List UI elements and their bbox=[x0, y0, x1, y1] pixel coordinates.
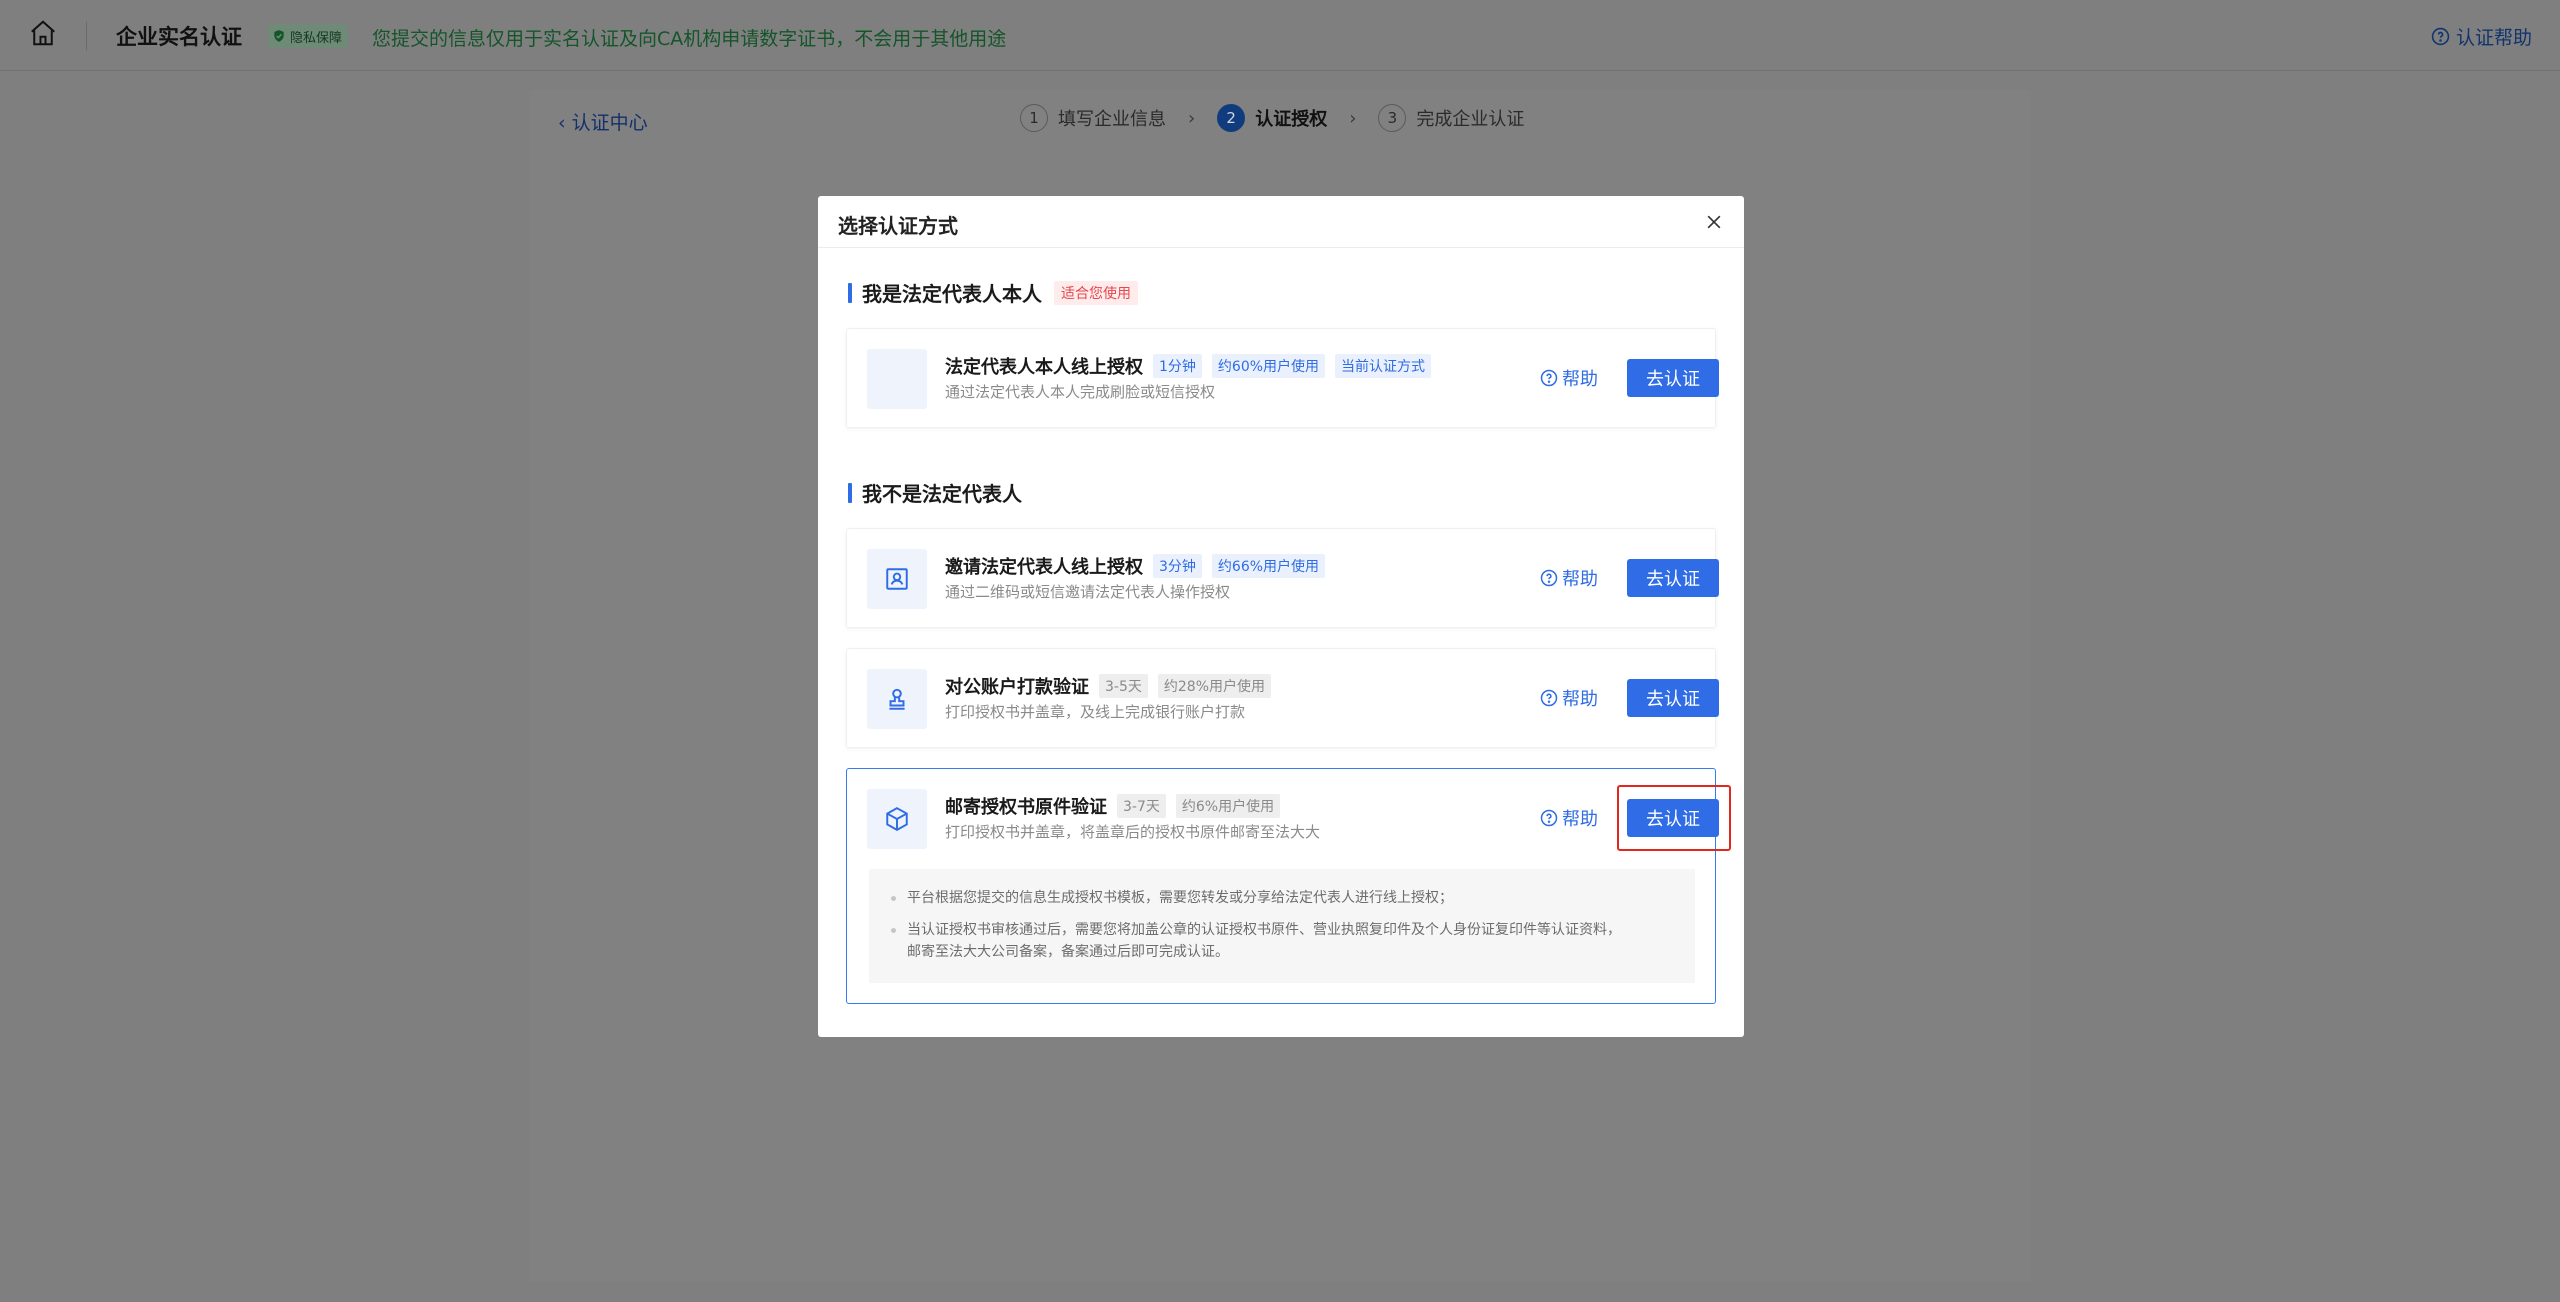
note-line: 当认证授权书审核通过后，需要您将加盖公章的认证授权书原件、营业执照复印件及个人身… bbox=[907, 922, 1621, 938]
section-marker bbox=[848, 282, 852, 303]
option-title: 对公账户打款验证 3-5天 约28%用户使用 bbox=[945, 673, 1271, 699]
note-item: 当认证授权书审核通过后，需要您将加盖公章的认证授权书原件、营业执照复印件及个人身… bbox=[889, 919, 1675, 963]
package-icon bbox=[867, 789, 927, 849]
option-bank-transfer[interactable]: 对公账户打款验证 3-5天 约28%用户使用 打印授权书并盖章，及线上完成银行账… bbox=[846, 648, 1719, 748]
privacy-notice: 您提交的信息仅用于实名认证及向CA机构申请数字证书，不会用于其他用途 bbox=[372, 28, 1007, 50]
header-divider bbox=[86, 22, 87, 50]
option-mail-original[interactable]: 邮寄授权书原件验证 3-7天 约6%用户使用 打印授权书并盖章，将盖章后的授权书… bbox=[846, 768, 1731, 1004]
shield-check-icon bbox=[274, 30, 284, 42]
help-label: 帮助 bbox=[1562, 689, 1598, 710]
duration-tag: 3-5天 bbox=[1099, 674, 1148, 698]
duration-tag: 3-7天 bbox=[1117, 794, 1166, 818]
go-verify-button[interactable]: 去认证 bbox=[1627, 799, 1719, 837]
note-line: 邮寄至法大大公司备案，备案通过后即可完成认证。 bbox=[907, 944, 1229, 960]
option-title: 邀请法定代表人线上授权 3分钟 约66%用户使用 bbox=[945, 553, 1326, 579]
section-marker bbox=[848, 482, 852, 503]
progress-steps: 1 填写企业信息 › 2 认证授权 › 3 完成企业认证 bbox=[1020, 104, 1524, 132]
back-link-label: 认证中心 bbox=[571, 112, 648, 134]
back-link[interactable]: ‹ 认证中心 bbox=[558, 108, 648, 135]
question-circle-icon bbox=[1540, 689, 1558, 707]
stamp-icon bbox=[867, 669, 927, 729]
step-2-number: 2 bbox=[1217, 104, 1246, 132]
usage-tag: 约6%用户使用 bbox=[1175, 794, 1281, 818]
question-circle-icon bbox=[2431, 27, 2450, 46]
option-description: 打印授权书并盖章，及线上完成银行账户打款 bbox=[945, 703, 1246, 721]
duration-tag: 1分钟 bbox=[1153, 354, 1202, 378]
option-title-text: 对公账户打款验证 bbox=[945, 677, 1089, 698]
help-link[interactable]: 帮助 bbox=[1540, 805, 1598, 831]
close-icon[interactable] bbox=[1704, 212, 1724, 232]
option-description: 通过二维码或短信邀请法定代表人操作授权 bbox=[945, 583, 1231, 601]
home-icon[interactable] bbox=[28, 18, 58, 48]
page-title: 企业实名认证 bbox=[116, 25, 242, 49]
recommend-tag: 适合您使用 bbox=[1054, 280, 1138, 305]
go-verify-button[interactable]: 去认证 bbox=[1627, 559, 1719, 597]
go-verify-button[interactable]: 去认证 bbox=[1627, 679, 1719, 717]
option-title-text: 法定代表人本人线上授权 bbox=[945, 357, 1143, 378]
help-label: 帮助 bbox=[1562, 369, 1598, 390]
privacy-badge: 隐私保障 bbox=[268, 24, 349, 48]
option-legal-rep-online[interactable]: 法定代表人本人线上授权 1分钟 约60%用户使用 当前认证方式 通过法定代表人本… bbox=[846, 328, 1719, 428]
section-title: 我是法定代表人本人 bbox=[862, 282, 1042, 306]
option-notes: 平台根据您提交的信息生成授权书模板，需要您转发或分享给法定代表人进行线上授权； … bbox=[869, 869, 1695, 983]
privacy-badge-label: 隐私保障 bbox=[290, 30, 343, 46]
question-circle-icon bbox=[1540, 569, 1558, 587]
question-circle-icon bbox=[1540, 369, 1558, 387]
chevron-left-icon: ‹ bbox=[558, 112, 572, 134]
step-1-label: 填写企业信息 bbox=[1058, 109, 1166, 130]
help-link[interactable]: 帮助 bbox=[1540, 365, 1598, 391]
note-item: 平台根据您提交的信息生成授权书模板，需要您转发或分享给法定代表人进行线上授权； bbox=[889, 887, 1675, 909]
usage-tag: 约66%用户使用 bbox=[1211, 554, 1326, 578]
duration-tag: 3分钟 bbox=[1153, 554, 1202, 578]
invite-icon bbox=[867, 549, 927, 609]
step-2-label: 认证授权 bbox=[1255, 109, 1328, 130]
section-title: 我不是法定代表人 bbox=[862, 482, 1022, 506]
option-title: 邮寄授权书原件验证 3-7天 约6%用户使用 bbox=[945, 793, 1281, 819]
dialog-header: 选择认证方式 bbox=[818, 196, 1744, 248]
step-1-number: 1 bbox=[1020, 104, 1048, 132]
help-label: 帮助 bbox=[1562, 809, 1598, 830]
usage-tag: 约60%用户使用 bbox=[1211, 354, 1326, 378]
option-title: 法定代表人本人线上授权 1分钟 约60%用户使用 当前认证方式 bbox=[945, 353, 1432, 379]
option-description: 打印授权书并盖章，将盖章后的授权书原件邮寄至法大大 bbox=[945, 823, 1321, 841]
option-title-text: 邮寄授权书原件验证 bbox=[945, 797, 1107, 818]
help-link[interactable]: 认证帮助 bbox=[2431, 23, 2532, 50]
option-description: 通过法定代表人本人完成刷脸或短信授权 bbox=[945, 383, 1216, 401]
question-circle-icon bbox=[1540, 809, 1558, 827]
blank-icon bbox=[867, 349, 927, 409]
section-not-legal-rep: 我不是法定代表人 bbox=[848, 478, 1022, 507]
go-verify-button[interactable]: 去认证 bbox=[1627, 359, 1719, 397]
step-3-number: 3 bbox=[1378, 104, 1407, 132]
top-bar: 企业实名认证 隐私保障 您提交的信息仅用于实名认证及向CA机构申请数字证书，不会… bbox=[0, 0, 2560, 71]
help-link-label: 认证帮助 bbox=[2455, 27, 2532, 49]
chevron-right-icon: › bbox=[1188, 107, 1196, 129]
help-label: 帮助 bbox=[1562, 569, 1598, 590]
dialog-title: 选择认证方式 bbox=[838, 214, 958, 238]
option-title-text: 邀请法定代表人线上授权 bbox=[945, 557, 1143, 578]
step-3-label: 完成企业认证 bbox=[1416, 109, 1525, 130]
help-link[interactable]: 帮助 bbox=[1540, 565, 1598, 591]
option-invite-legal-rep[interactable]: 邀请法定代表人线上授权 3分钟 约66%用户使用 通过二维码或短信邀请法定代表人… bbox=[846, 528, 1719, 628]
section-legal-rep: 我是法定代表人本人 适合您使用 bbox=[848, 278, 1138, 307]
auth-method-dialog: 选择认证方式 我是法定代表人本人 适合您使用 法定代表人本人线上授权 1分钟 约… bbox=[818, 196, 1744, 1037]
usage-tag: 约28%用户使用 bbox=[1157, 674, 1271, 698]
chevron-right-icon: › bbox=[1349, 107, 1357, 129]
help-link[interactable]: 帮助 bbox=[1540, 685, 1598, 711]
current-method-tag: 当前认证方式 bbox=[1335, 354, 1432, 378]
